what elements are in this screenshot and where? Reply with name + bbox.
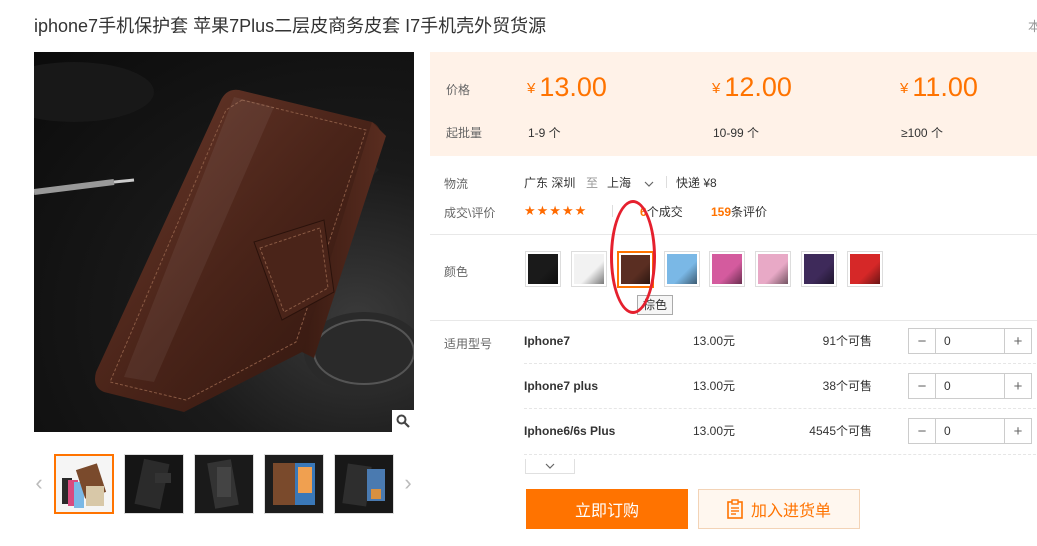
price-tier-1: ¥13.00 <box>527 72 607 102</box>
reviews-count: 159 <box>711 205 732 219</box>
reviews-link[interactable]: 159条评价 <box>711 203 767 220</box>
model-name: Iphone7 <box>524 334 571 348</box>
quantity-stepper: − 0 + <box>908 418 1032 444</box>
swatch-image <box>758 254 788 284</box>
price-tier-3: ¥11.00 <box>900 72 978 102</box>
logistics-to-word: 至 <box>586 176 599 190</box>
shipping-fee: 快递 ¥8 <box>676 176 717 190</box>
quantity-stepper: − 0 + <box>908 328 1032 354</box>
title-right-fragment: 本 <box>1028 19 1037 34</box>
logistics-destination-select[interactable]: 上海 <box>607 174 654 191</box>
quantity-input[interactable]: 0 <box>936 374 1004 398</box>
swatch-image <box>667 254 697 284</box>
logistics-label: 物流 <box>444 177 469 191</box>
add-to-cart-button[interactable]: 加入进货单 <box>698 489 860 529</box>
quantity-input[interactable]: 0 <box>936 419 1004 443</box>
rating-stars: ★★★★★ <box>524 203 588 218</box>
color-swatch-1[interactable] <box>525 251 561 287</box>
plus-button[interactable]: + <box>1004 374 1031 398</box>
swatch-image <box>574 254 604 284</box>
logistics-divider <box>666 176 667 188</box>
model-price: 13.00元 <box>693 334 736 348</box>
main-product-image[interactable] <box>34 52 414 432</box>
batch-range-1: 1-9 个 <box>528 126 561 140</box>
chevron-down-icon <box>545 463 555 469</box>
chevron-down-icon <box>644 176 654 190</box>
model-stock: 91个可售 <box>822 334 872 348</box>
color-label: 颜色 <box>444 265 469 279</box>
reviews-suffix: 条评价 <box>731 205 768 219</box>
buy-now-button[interactable]: 立即订购 <box>526 489 688 529</box>
color-swatch-7[interactable] <box>801 251 837 287</box>
thumbnail-5[interactable] <box>334 454 394 514</box>
thumb-next-arrow-icon[interactable]: › <box>401 470 415 496</box>
price-panel: 价格 起批量 ¥13.00 1-9 个 ¥12.00 10-99 个 ¥11.0… <box>430 52 1037 156</box>
color-swatch-3[interactable] <box>617 251 654 288</box>
product-title: iphone7手机保护套 苹果7Plus二层皮商务皮套 I7手机壳外贸货源 <box>34 16 547 36</box>
model-row: Iphone7 13.00元 91个可售 − 0 + <box>524 319 1036 363</box>
color-swatch-8[interactable] <box>847 251 883 287</box>
thumb-prev-arrow-icon[interactable]: ‹ <box>32 470 46 496</box>
deals-suffix: 个成交 <box>646 205 683 219</box>
destination-text: 上海 <box>607 176 632 190</box>
models-label: 适用型号 <box>444 337 493 351</box>
deals-label: 成交\评价 <box>444 206 496 220</box>
price-tier-2: ¥12.00 <box>712 72 792 102</box>
thumbnail-3[interactable] <box>194 454 254 514</box>
deals-count-link[interactable]: 6个成交 <box>628 203 683 220</box>
magnifier-icon <box>396 414 410 428</box>
quantity-input[interactable]: 0 <box>936 329 1004 353</box>
color-swatch-5[interactable] <box>709 251 745 287</box>
minus-button[interactable]: − <box>909 374 936 398</box>
batch-range-2: 10-99 个 <box>713 126 760 140</box>
thumbnail-2[interactable] <box>124 454 184 514</box>
clipboard-icon <box>727 499 743 519</box>
deals-count: 6 <box>640 205 647 219</box>
expand-models-button[interactable] <box>525 459 575 474</box>
section-divider <box>430 234 1037 235</box>
batch-label: 起批量 <box>446 126 483 140</box>
swatch-image <box>621 255 650 284</box>
color-swatch-6[interactable] <box>755 251 791 287</box>
batch-range-3: ≥100 个 <box>901 126 943 140</box>
deals-divider <box>612 205 613 217</box>
zoom-button[interactable] <box>392 410 414 432</box>
color-tooltip: 棕色 <box>637 295 674 315</box>
model-name: Iphone7 plus <box>524 379 599 393</box>
minus-button[interactable]: − <box>909 419 936 443</box>
model-price: 13.00元 <box>693 379 736 393</box>
row-separator <box>524 454 1036 455</box>
plus-button[interactable]: + <box>1004 419 1031 443</box>
swatch-image <box>804 254 834 284</box>
quantity-stepper: − 0 + <box>908 373 1032 399</box>
model-price: 13.00元 <box>693 424 736 438</box>
swatch-image <box>850 254 880 284</box>
model-row: Iphone6/6s Plus 13.00元 4545个可售 − 0 + <box>524 409 1036 453</box>
price-label: 价格 <box>446 83 471 97</box>
color-swatch-4[interactable] <box>664 251 700 287</box>
plus-button[interactable]: + <box>1004 329 1031 353</box>
minus-button[interactable]: − <box>909 329 936 353</box>
add-to-cart-label: 加入进货单 <box>750 503 831 520</box>
swatch-image <box>528 254 558 284</box>
model-row: Iphone7 plus 13.00元 38个可售 − 0 + <box>524 364 1036 408</box>
model-stock: 4545个可售 <box>809 424 872 438</box>
swatch-image <box>712 254 742 284</box>
model-name: Iphone6/6s Plus <box>524 424 616 438</box>
thumbnail-4[interactable] <box>264 454 324 514</box>
color-swatch-2[interactable] <box>571 251 607 287</box>
logistics-origin: 广东 深圳 <box>524 176 576 190</box>
model-stock: 38个可售 <box>822 379 872 393</box>
thumbnail-1[interactable] <box>54 454 114 514</box>
